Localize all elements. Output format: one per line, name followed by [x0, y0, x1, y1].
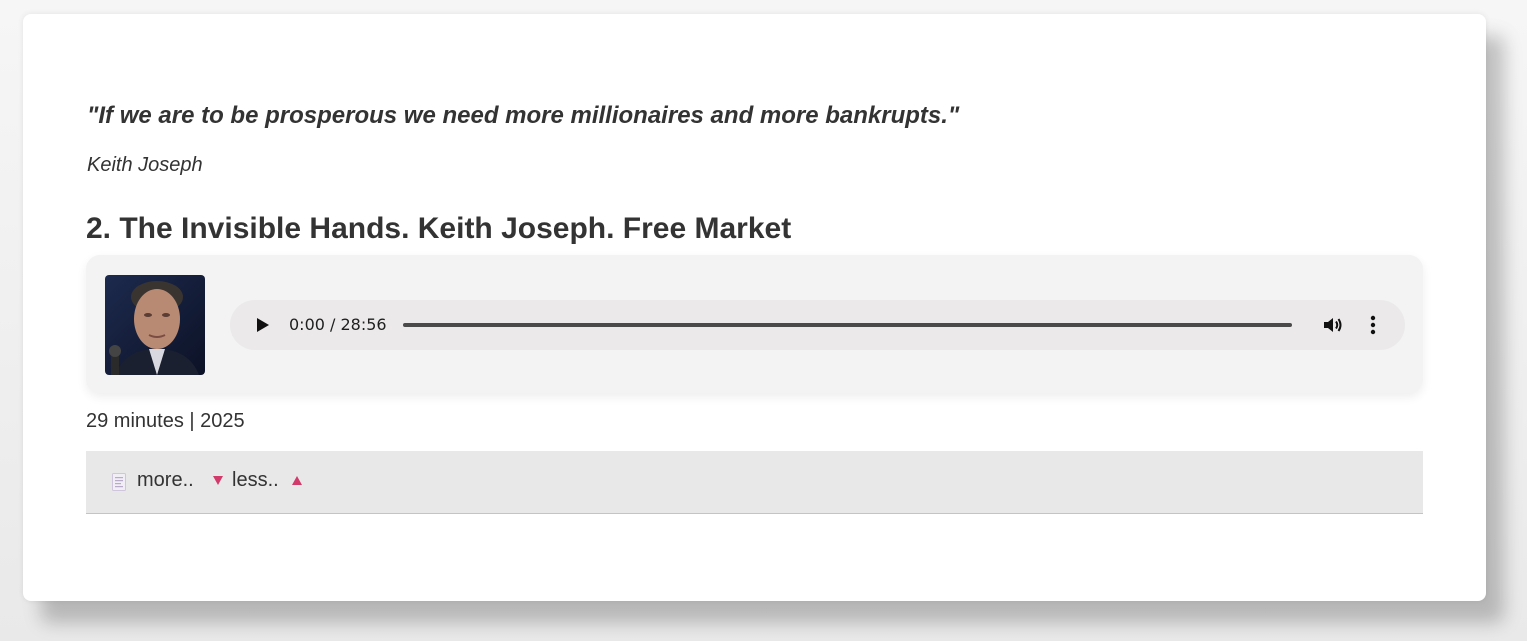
quote-author: Keith Joseph	[87, 154, 203, 176]
audio-player-panel: 0:00 / 28:56	[86, 255, 1423, 393]
quote-text: "If we are to be prosperous we need more…	[87, 102, 960, 129]
more-link[interactable]: more..	[137, 469, 194, 492]
episode-thumbnail	[105, 275, 205, 375]
caret-up-icon[interactable]	[292, 476, 302, 485]
caret-down-icon[interactable]	[213, 476, 223, 485]
audio-controls: 0:00 / 28:56	[230, 300, 1405, 350]
details-toggle-bar: more.. less..	[86, 451, 1423, 514]
episode-card: "If we are to be prosperous we need more…	[23, 14, 1486, 601]
episode-title: 2. The Invisible Hands. Keith Joseph. Fr…	[86, 212, 792, 245]
progress-bar[interactable]	[403, 323, 1292, 327]
portrait-image	[105, 275, 205, 375]
document-icon	[112, 473, 126, 491]
volume-icon[interactable]	[1321, 313, 1345, 337]
time-display: 0:00 / 28:56	[289, 315, 387, 334]
less-link[interactable]: less..	[232, 469, 279, 492]
play-icon[interactable]	[250, 313, 274, 337]
more-vertical-icon[interactable]	[1361, 313, 1385, 337]
episode-meta: 29 minutes | 2025	[86, 410, 245, 432]
